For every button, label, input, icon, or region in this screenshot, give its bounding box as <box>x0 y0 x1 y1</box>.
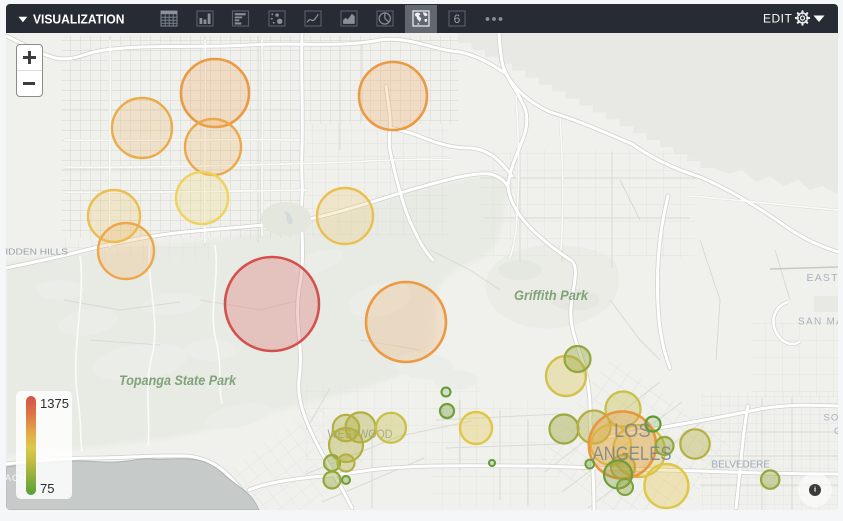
svg-text:ANGELES: ANGELES <box>593 443 672 465</box>
svg-text:EDIT: EDIT <box>763 12 793 26</box>
svg-text:6: 6 <box>454 12 461 26</box>
svg-text:BELVEDERE: BELVEDERE <box>712 459 771 471</box>
svg-text:Griffith Park: Griffith Park <box>514 287 589 303</box>
svg-text:VISUALIZATION: VISUALIZATION <box>33 13 125 27</box>
svg-text:EAST L: EAST L <box>807 272 839 284</box>
svg-text:SO: SO <box>824 413 839 424</box>
svg-text:LOS: LOS <box>614 420 651 442</box>
svg-text:Topanga State Park: Topanga State Park <box>119 372 237 388</box>
svg-text:HIDDEN HILLS: HIDDEN HILLS <box>6 247 68 257</box>
svg-text:SAN MA: SAN MA <box>798 317 838 328</box>
svg-text:G: G <box>834 426 838 437</box>
